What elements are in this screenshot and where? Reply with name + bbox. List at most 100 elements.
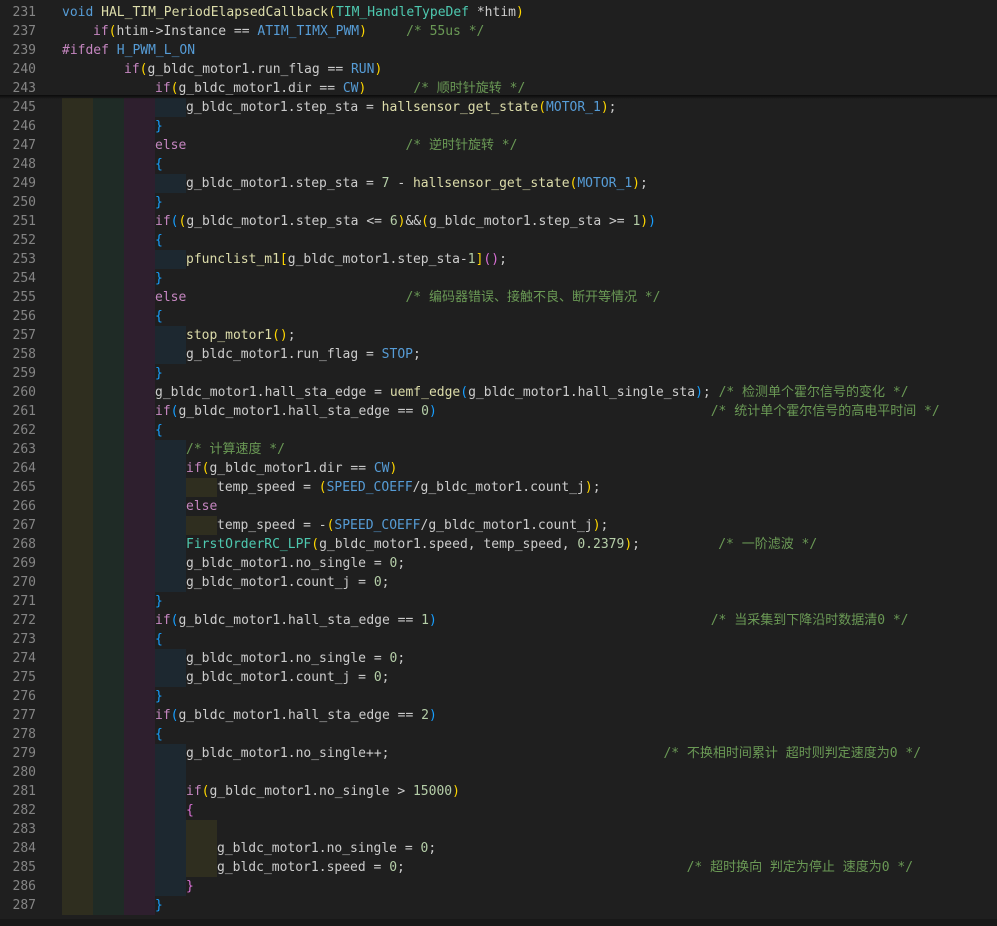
code-line[interactable]: 246} [0,117,997,136]
code-line[interactable]: 253 pfunclist_m1[g_bldc_motor1.step_sta-1… [0,250,997,269]
code-text[interactable]: { [155,421,163,440]
code-line[interactable]: 256 { [0,307,997,326]
code-text[interactable]: #ifdef H_PWM_L_ON [62,41,195,60]
code-text[interactable]: if(g_bldc_motor1.no_single > 15000) [186,782,460,801]
code-text[interactable]: { [155,630,163,649]
code-line[interactable]: 284 g_bldc_motor1.no_single = 0; [0,839,997,858]
code-line[interactable]: 276} [0,687,997,706]
code-text[interactable]: else [186,497,217,516]
code-text[interactable]: g_bldc_motor1.count_j = 0; [186,668,390,687]
code-text[interactable]: /* 计算速度 */ [186,440,285,459]
token-comment: /* 不换相时间累计 超时则判定速度为0 */ [663,746,922,761]
code-text[interactable]: } [155,269,163,288]
sticky-code-line[interactable]: 240 if(g_bldc_motor1.run_flag == RUN) [0,60,997,79]
code-line[interactable]: 263 /* 计算速度 */ [0,440,997,459]
code-text[interactable]: g_bldc_motor1.step_sta = hallsensor_get_… [186,98,617,117]
sticky-code-line[interactable]: 237 if(htim->Instance == ATIM_TIMX_PWM) /… [0,22,997,41]
code-line[interactable]: 272 if(g_bldc_motor1.hall_sta_edge == 1) … [0,611,997,630]
code-text[interactable]: g_bldc_motor1.count_j = 0; [186,573,390,592]
code-line[interactable]: 248 { [0,155,997,174]
code-text[interactable]: if(g_bldc_motor1.run_flag == RUN) [124,60,382,79]
code-text[interactable]: if(g_bldc_motor1.hall_sta_edge == 1) /* … [155,611,909,630]
code-line[interactable]: 252 { [0,231,997,250]
code-line[interactable]: 269 g_bldc_motor1.no_single = 0; [0,554,997,573]
code-line[interactable]: 250} [0,193,997,212]
code-line[interactable]: 282 { [0,801,997,820]
indent-guide [93,744,124,763]
code-line[interactable]: 267 temp_speed = -(SPEED_COEFF/g_bldc_mot… [0,516,997,535]
code-text[interactable]: g_bldc_motor1.speed = 0; /* 超时换向 判定为停止 速… [217,858,913,877]
code-line[interactable]: 287} [0,896,997,915]
code-line[interactable]: 270 g_bldc_motor1.count_j = 0; [0,573,997,592]
indent-guide [93,763,124,782]
code-line[interactable]: 259} [0,364,997,383]
code-line[interactable]: 257 stop_motor1(); [0,326,997,345]
code-text[interactable]: pfunclist_m1[g_bldc_motor1.step_sta-1]()… [186,250,507,269]
indent-guide [124,440,155,459]
code-line[interactable]: 245 g_bldc_motor1.step_sta = hallsensor_g… [0,98,997,117]
code-text[interactable]: g_bldc_motor1.no_single = 0; [186,649,405,668]
code-editor[interactable]: 231 void HAL_TIM_PeriodElapsedCallback(TI… [0,0,997,926]
code-line[interactable]: 281 if(g_bldc_motor1.no_single > 15000) [0,782,997,801]
code-line[interactable]: 260 g_bldc_motor1.hall_sta_edge = uemf_ed… [0,383,997,402]
code-text[interactable]: g_bldc_motor1.no_single = 0; [217,839,436,858]
code-text[interactable]: else /* 逆时针旋转 */ [155,136,517,155]
code-text[interactable]: { [155,725,163,744]
code-text[interactable]: { [155,231,163,250]
code-text[interactable]: if(htim->Instance == ATIM_TIMX_PWM) /* 5… [93,22,484,41]
code-text[interactable]: { [186,801,194,820]
code-text[interactable]: temp_speed = (SPEED_COEFF/g_bldc_motor1.… [217,478,601,497]
code-text[interactable]: if(g_bldc_motor1.dir == CW) [186,459,397,478]
code-line[interactable]: 280 [0,763,997,782]
indent-guide [62,117,93,136]
code-text[interactable]: } [155,687,163,706]
horizontal-scrollbar[interactable] [0,919,997,926]
code-line[interactable]: 255 else /* 编码器错误、接触不良、断开等情况 */ [0,288,997,307]
code-text[interactable]: stop_motor1(); [186,326,296,345]
code-line[interactable]: 249 g_bldc_motor1.step_sta = 7 - hallsens… [0,174,997,193]
code-line[interactable]: 286} [0,877,997,896]
code-text[interactable]: g_bldc_motor1.no_single++; /* 不换相时间累计 超时… [186,744,921,763]
code-line[interactable]: 254} [0,269,997,288]
code-text[interactable]: } [186,877,194,896]
indent-guide [124,250,155,269]
code-line[interactable]: 279 g_bldc_motor1.no_single++; /* 不换相时间累计… [0,744,997,763]
code-line[interactable]: 264 if(g_bldc_motor1.dir == CW) [0,459,997,478]
code-line[interactable]: 285 g_bldc_motor1.speed = 0; /* 超时换向 判定为停… [0,858,997,877]
code-line[interactable]: 247 else /* 逆时针旋转 */ [0,136,997,155]
code-line[interactable]: 275 g_bldc_motor1.count_j = 0; [0,668,997,687]
code-line[interactable]: 268 FirstOrderRC_LPF(g_bldc_motor1.speed,… [0,535,997,554]
code-line[interactable]: 274 g_bldc_motor1.no_single = 0; [0,649,997,668]
code-line[interactable]: 283 [0,820,997,839]
code-text[interactable]: void HAL_TIM_PeriodElapsedCallback(TIM_H… [62,3,524,22]
code-text[interactable]: } [155,364,163,383]
code-text[interactable]: { [155,155,163,174]
code-line[interactable]: 265 temp_speed = (SPEED_COEFF/g_bldc_moto… [0,478,997,497]
code-line[interactable]: 278 { [0,725,997,744]
sticky-code-line[interactable]: 239 #ifdef H_PWM_L_ON [0,41,997,60]
code-line[interactable]: 261 if(g_bldc_motor1.hall_sta_edge == 0) … [0,402,997,421]
code-text[interactable]: else /* 编码器错误、接触不良、断开等情况 */ [155,288,660,307]
code-text[interactable]: g_bldc_motor1.no_single = 0; [186,554,405,573]
code-text[interactable]: FirstOrderRC_LPF(g_bldc_motor1.speed, te… [186,535,817,554]
code-text[interactable]: g_bldc_motor1.hall_sta_edge = uemf_edge(… [155,383,909,402]
code-text[interactable]: if(g_bldc_motor1.hall_sta_edge == 2) [155,706,437,725]
code-line[interactable]: 277 if(g_bldc_motor1.hall_sta_edge == 2) [0,706,997,725]
code-line[interactable]: 258 g_bldc_motor1.run_flag = STOP; [0,345,997,364]
code-text[interactable]: { [155,307,163,326]
code-line[interactable]: 262 { [0,421,997,440]
code-text[interactable]: g_bldc_motor1.run_flag = STOP; [186,345,421,364]
sticky-code-line[interactable]: 231 void HAL_TIM_PeriodElapsedCallback(TI… [0,3,997,22]
code-line[interactable]: 271} [0,592,997,611]
code-line[interactable]: 273 { [0,630,997,649]
code-text[interactable]: } [155,592,163,611]
code-text[interactable]: } [155,117,163,136]
code-text[interactable]: temp_speed = -(SPEED_COEFF/g_bldc_motor1… [217,516,608,535]
code-text[interactable]: if(g_bldc_motor1.hall_sta_edge == 0) /* … [155,402,940,421]
code-text[interactable]: if((g_bldc_motor1.step_sta <= 6)&&(g_bld… [155,212,656,231]
code-line[interactable]: 251 if((g_bldc_motor1.step_sta <= 6)&&(g_… [0,212,997,231]
code-text[interactable]: } [155,896,163,915]
code-line[interactable]: 266 else [0,497,997,516]
code-text[interactable]: g_bldc_motor1.step_sta = 7 - hallsensor_… [186,174,648,193]
code-text[interactable]: } [155,193,163,212]
